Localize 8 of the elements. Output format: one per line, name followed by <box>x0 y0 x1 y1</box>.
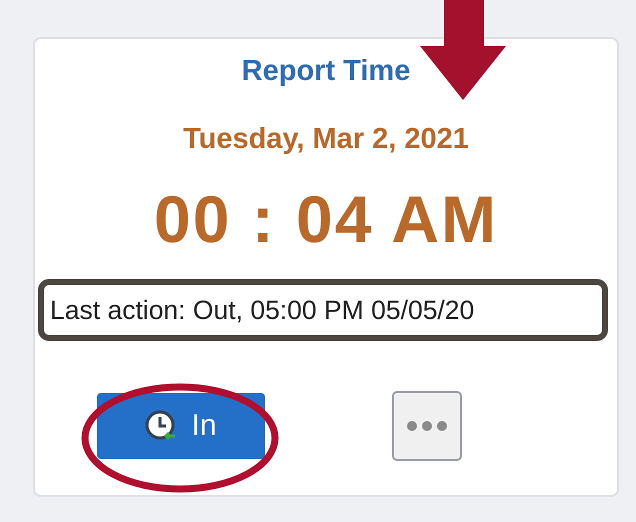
more-button[interactable] <box>392 391 462 461</box>
last-action-text: Last action: Out, 05:00 PM 05/05/20 <box>50 294 474 326</box>
clock-in-button[interactable]: In <box>97 393 265 459</box>
clock-icon <box>145 410 178 442</box>
card-title: Report Time <box>242 54 410 89</box>
time-text: 00 : 04 AM <box>154 181 498 257</box>
more-icon <box>407 421 447 431</box>
date-text: Tuesday, Mar 2, 2021 <box>183 122 469 157</box>
